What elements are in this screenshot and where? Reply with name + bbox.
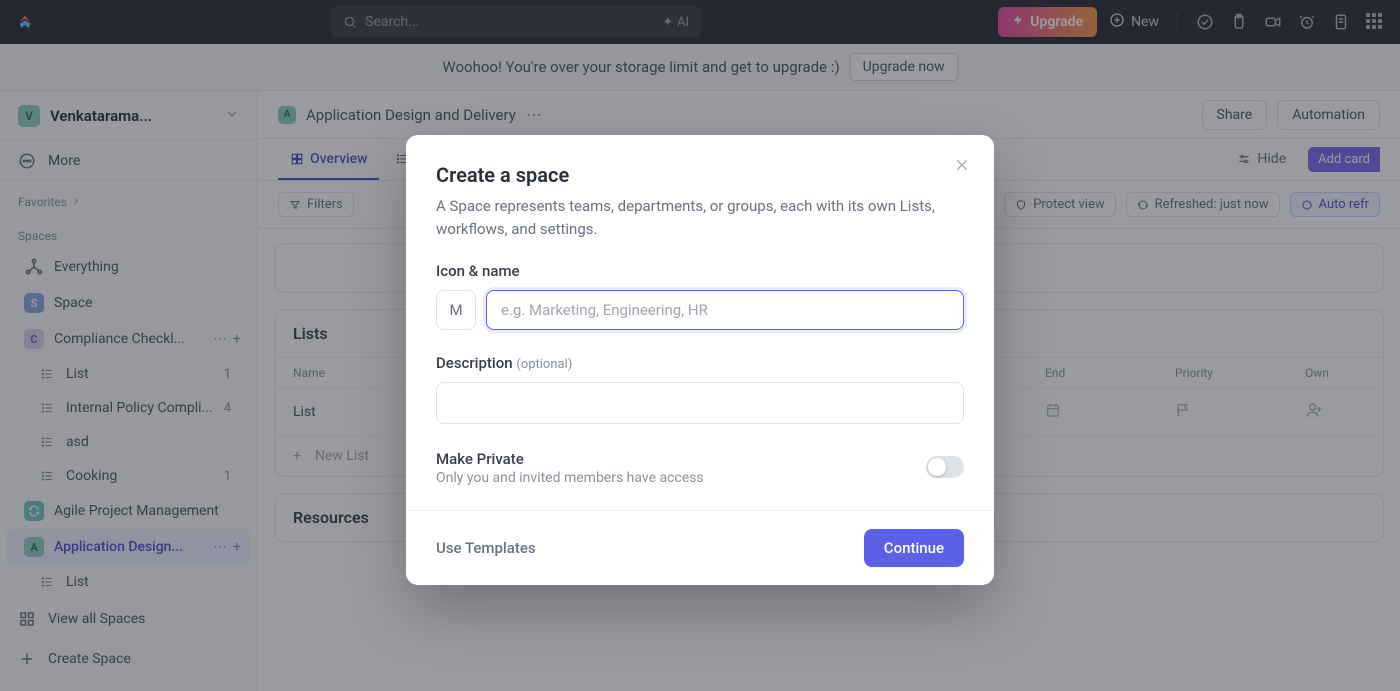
private-subtitle: Only you and invited members have access [436, 470, 704, 486]
continue-button[interactable]: Continue [864, 529, 964, 567]
desc-optional: (optional) [516, 357, 572, 372]
close-button[interactable] [950, 153, 974, 181]
toggle-knob [928, 458, 946, 476]
description-input[interactable] [436, 382, 964, 424]
create-space-modal: Create a space A Space represents teams,… [406, 135, 994, 585]
private-toggle[interactable] [926, 456, 964, 478]
icon-name-label: Icon & name [436, 262, 964, 280]
description-label: Description (optional) [436, 354, 964, 372]
use-templates-button[interactable]: Use Templates [436, 539, 536, 557]
modal-subtitle: A Space represents teams, departments, o… [436, 195, 964, 240]
space-icon-picker[interactable]: M [436, 290, 476, 330]
private-title: Make Private [436, 450, 704, 468]
close-icon [954, 157, 970, 173]
modal-overlay[interactable]: Create a space A Space represents teams,… [0, 0, 1400, 691]
desc-label-text: Description [436, 354, 513, 372]
modal-title: Create a space [436, 163, 964, 187]
space-name-input[interactable] [486, 290, 964, 330]
